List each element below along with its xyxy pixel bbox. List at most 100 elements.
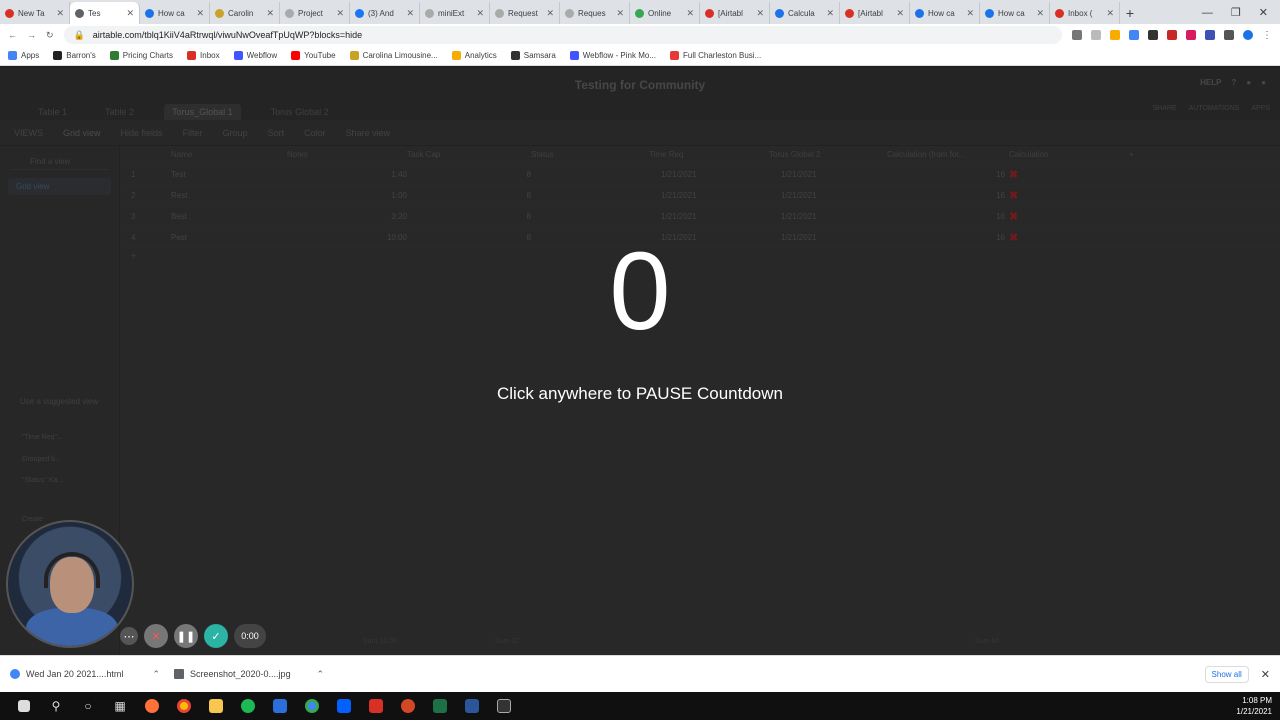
restore-icon[interactable]: ❐ [1231,2,1241,24]
browser-tab[interactable]: Online ✕ [630,2,700,24]
close-icon[interactable]: ✕ [756,8,764,19]
new-tab-button[interactable]: + [1120,2,1140,24]
close-icon[interactable]: ✕ [476,8,484,19]
more-icon[interactable]: ⋯ [120,627,138,645]
browser-tab[interactable]: miniExt ✕ [420,2,490,24]
firefox-icon[interactable] [136,692,168,720]
browser-tab[interactable]: [Airtabl ✕ [700,2,770,24]
webcam-bubble[interactable] [6,520,134,648]
file-explorer-icon[interactable] [200,692,232,720]
browser-tab[interactable]: How ca ✕ [140,2,210,24]
browser-tab[interactable]: Request ✕ [490,2,560,24]
close-icon[interactable]: ✕ [336,8,344,19]
star-icon[interactable] [1091,30,1101,40]
puzzle-icon[interactable] [1224,30,1234,40]
finish-recording-button[interactable]: ✓ [204,624,228,648]
tab-title: Project [298,8,323,18]
cortana-icon[interactable]: ○ [72,692,104,720]
browser-tab[interactable]: How ca ✕ [980,2,1050,24]
browser-tab[interactable]: Inbox (✕ [1050,2,1120,24]
browser-tab[interactable]: (3) And ✕ [350,2,420,24]
close-icon[interactable]: ✕ [686,8,694,19]
acrobat-icon[interactable] [488,692,520,720]
browser-tab[interactable]: Reques ✕ [560,2,630,24]
tab-title: Tes [88,8,101,18]
spotify-icon[interactable] [232,692,264,720]
url-field[interactable]: 🔒 airtable.com/tblq1KiiV4aRtrwql/viwuNwO… [63,26,1062,44]
app-icon[interactable] [360,692,392,720]
download-item[interactable]: Wed Jan 20 2021....html ⌃ [10,669,160,680]
chevron-up-icon[interactable]: ⌃ [316,669,324,680]
extension-icon[interactable] [1110,30,1120,40]
countdown-number: 0 [609,230,671,353]
chrome-icon[interactable] [296,692,328,720]
bookmark-item[interactable]: Pricing Charts [109,51,173,60]
bookmark-item[interactable]: Barron's [53,51,96,60]
chrome-icon[interactable] [168,692,200,720]
browser-tab[interactable]: Carolin ✕ [210,2,280,24]
close-icon[interactable]: ✕ [546,8,554,19]
close-icon[interactable]: ✕ [896,8,904,19]
bookmark-item[interactable]: Full Charleston Busi... [669,51,761,60]
pause-icon[interactable]: ❚❚ [174,624,198,648]
search-icon[interactable]: ⚲ [40,692,72,720]
image-file-icon [174,669,184,679]
avatar[interactable] [1243,30,1253,40]
windows-start-icon[interactable] [8,692,40,720]
powerpoint-icon[interactable] [392,692,424,720]
close-icon[interactable]: ✕ [966,8,974,19]
bookmark-item[interactable]: YouTube [291,51,336,60]
bookmark-item[interactable]: Samsara [510,51,556,60]
browser-tab[interactable]: Tes ✕ [70,2,140,24]
close-icon[interactable]: ✕ [1261,668,1270,681]
system-clock[interactable]: 1:08 PM 1/21/2021 [1236,695,1272,717]
camera-icon[interactable] [1072,30,1082,40]
recording-timer: 0:00 [234,624,266,648]
task-view-icon[interactable]: ▦ [104,692,136,720]
browser-tab[interactable]: Calcula ✕ [770,2,840,24]
bookmark-item[interactable]: Apps [8,51,39,60]
show-all-downloads-button[interactable]: Show all [1204,665,1249,683]
bookmark-item[interactable]: Inbox [187,51,220,60]
close-icon[interactable]: ✕ [266,8,274,19]
close-icon[interactable]: ✕ [56,8,64,19]
app-icon[interactable] [264,692,296,720]
close-icon[interactable]: ✕ [826,8,834,19]
bookmark-item[interactable]: Carolina Limousine... [349,51,438,60]
excel-icon[interactable] [424,692,456,720]
favicon-icon [705,8,714,18]
close-icon[interactable]: ✕ [1259,2,1268,24]
dropbox-icon[interactable] [328,692,360,720]
extension-icon[interactable] [1148,30,1158,40]
bookmark-item[interactable]: Webflow [233,51,277,60]
close-icon[interactable]: ✕ [1036,8,1044,19]
browser-tab[interactable]: How ca ✕ [910,2,980,24]
reload-icon[interactable]: ↻ [46,30,54,41]
extension-icon[interactable] [1129,30,1139,40]
minimize-icon[interactable]: — [1202,2,1213,24]
browser-tab[interactable]: [Airtabl ✕ [840,2,910,24]
download-item[interactable]: Screenshot_2020-0....jpg ⌃ [174,669,324,680]
close-icon[interactable]: ✕ [616,8,624,19]
menu-icon[interactable]: ⋮ [1262,30,1272,41]
browser-tab[interactable]: Project ✕ [280,2,350,24]
close-icon[interactable]: ✕ [126,8,134,19]
cancel-recording-button[interactable]: ✕ [144,624,168,648]
close-icon[interactable]: ✕ [1106,8,1114,19]
close-icon[interactable]: ✕ [196,8,204,19]
close-icon[interactable]: ✕ [406,8,414,19]
bookmark-item[interactable]: Webflow - Pink Mo... [569,51,656,60]
back-icon[interactable]: ← [8,30,17,40]
bookmark-icon [233,51,243,60]
extension-icon[interactable] [1205,30,1215,40]
word-icon[interactable] [456,692,488,720]
extension-icon[interactable] [1186,30,1196,40]
browser-tab[interactable]: New Ta ✕ [0,2,70,24]
favicon-icon [215,8,224,18]
chevron-up-icon[interactable]: ⌃ [152,669,160,680]
extension-icon[interactable] [1167,30,1177,40]
countdown-overlay[interactable]: 0 Click anywhere to PAUSE Countdown [0,68,1280,655]
bookmark-item[interactable]: Analytics [451,51,497,60]
forward-icon[interactable]: → [27,30,36,40]
favicon-icon [425,8,434,18]
